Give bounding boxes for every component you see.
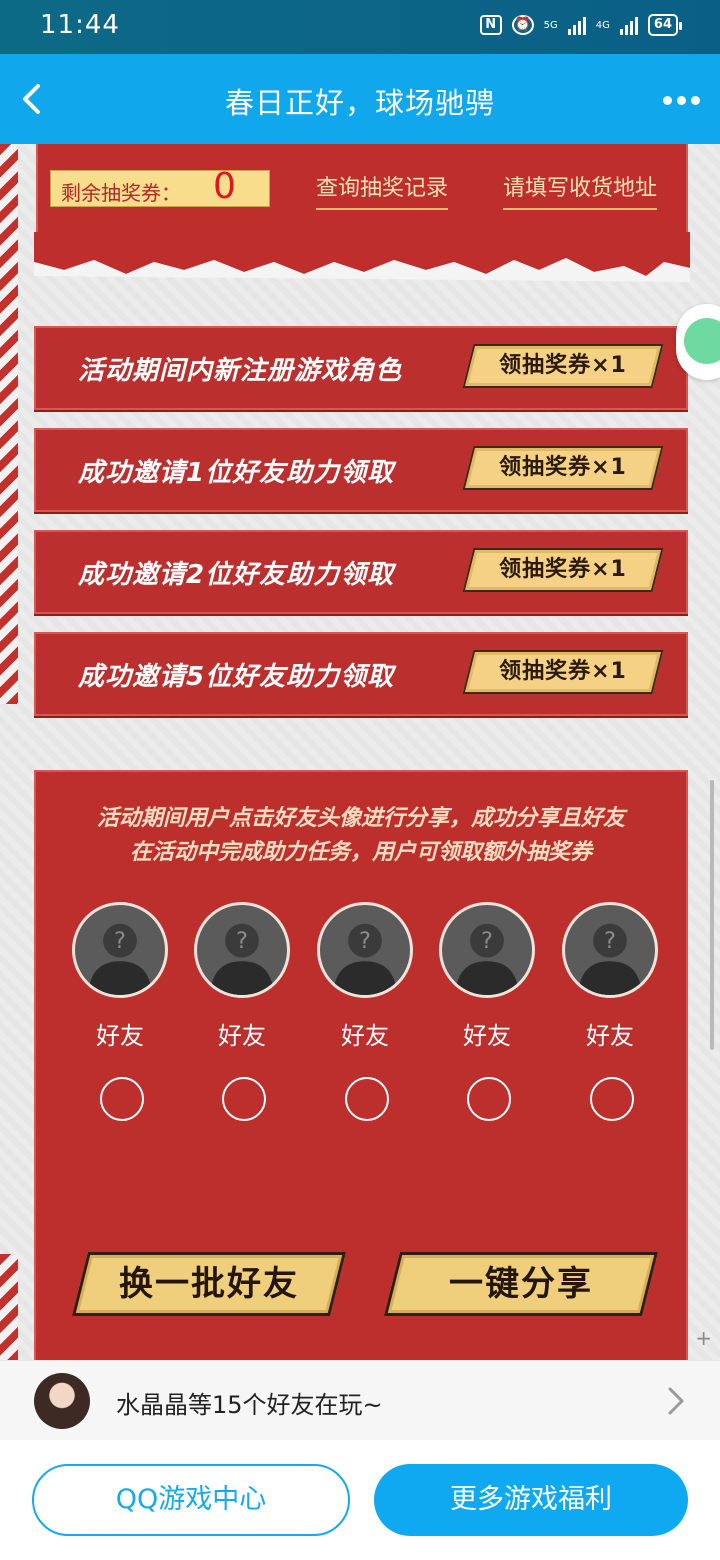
claim-ticket-label: 领抽奖券×1 bbox=[499, 353, 627, 378]
floating-chat-bubble[interactable] bbox=[676, 304, 720, 380]
page-title: 春日正好，球场驰骋 bbox=[224, 86, 495, 120]
scrollbar[interactable] bbox=[710, 780, 714, 1050]
status-bar: 11:44 N ⏰ 5G 4G 64 bbox=[0, 0, 720, 54]
task-label: 成功邀请2位好友助力领取 bbox=[78, 560, 395, 590]
ticket-count: 0 bbox=[213, 166, 236, 207]
lottery-panel: 剩余抽奖券： 0 查询抽奖记录 请填写收货地址 bbox=[36, 144, 688, 244]
friends-playing-text: 水晶晶等15个好友在玩~ bbox=[116, 1391, 383, 1419]
signal-icon bbox=[567, 15, 586, 35]
friend-slot: ? 好友 bbox=[562, 902, 662, 1121]
invite-friends-panel: 活动期间用户点击好友头像进行分享，成功分享且好友 在活动中完成助力任务，用户可领… bbox=[34, 770, 688, 1360]
task-row: 成功邀请1位好友助力领取 领抽奖券×1 bbox=[34, 428, 688, 512]
svg-text:?: ? bbox=[359, 928, 371, 954]
unknown-user-icon: ? bbox=[333, 923, 397, 995]
friend-label: 好友 bbox=[218, 1022, 266, 1050]
more-game-welfare-button[interactable]: 更多游戏福利 bbox=[374, 1464, 688, 1536]
one-click-share-button[interactable]: 一键分享 bbox=[384, 1252, 658, 1316]
bottom-action-bar: QQ游戏中心 更多游戏福利 bbox=[0, 1440, 720, 1560]
plus-icon: + bbox=[695, 1326, 712, 1350]
friend-select-radio[interactable] bbox=[590, 1077, 634, 1121]
alarm-icon: ⏰ bbox=[511, 15, 534, 35]
battery-icon: 64 bbox=[647, 14, 683, 36]
unknown-user-icon: ? bbox=[455, 923, 519, 995]
torn-paper-decoration bbox=[34, 232, 690, 282]
claim-ticket-label: 领抽奖券×1 bbox=[499, 659, 627, 684]
friend-avatar[interactable]: ? bbox=[72, 902, 168, 998]
nfc-icon: N bbox=[479, 15, 502, 35]
friend-avatar[interactable]: ? bbox=[562, 902, 658, 998]
invite-description-line1: 活动期间用户点击好友头像进行分享，成功分享且好友 bbox=[96, 806, 625, 831]
task-row: 活动期间内新注册游戏角色 领抽奖券×1 bbox=[34, 326, 688, 410]
chat-bubble-icon bbox=[684, 318, 720, 364]
friend-slot: ? 好友 bbox=[194, 902, 294, 1121]
lottery-record-link[interactable]: 查询抽奖记录 bbox=[316, 170, 449, 210]
claim-ticket-label: 领抽奖券×1 bbox=[499, 557, 627, 582]
side-stripe-decoration-bottom bbox=[0, 1254, 18, 1360]
unknown-user-icon: ? bbox=[210, 923, 274, 995]
status-time: 11:44 bbox=[40, 10, 120, 40]
friend-slot: ? 好友 bbox=[439, 902, 539, 1121]
svg-text:?: ? bbox=[604, 928, 616, 954]
friend-select-radio[interactable] bbox=[467, 1077, 511, 1121]
friend-select-radio[interactable] bbox=[100, 1077, 144, 1121]
status-icons: N ⏰ 5G 4G 64 bbox=[479, 14, 683, 36]
unknown-user-icon: ? bbox=[88, 923, 152, 995]
friend-slot: ? 好友 bbox=[317, 902, 417, 1121]
friend-label: 好友 bbox=[586, 1022, 634, 1050]
claim-ticket-button[interactable]: 领抽奖券×1 bbox=[462, 548, 664, 592]
signal-5g-label: 5G bbox=[543, 19, 558, 31]
side-stripe-decoration bbox=[0, 144, 18, 704]
svg-text:?: ? bbox=[114, 928, 126, 954]
ticket-counter: 剩余抽奖券： 0 bbox=[50, 166, 270, 207]
unknown-user-icon: ? bbox=[578, 923, 642, 995]
task-label: 活动期间内新注册游戏角色 bbox=[78, 356, 403, 386]
ticket-label: 剩余抽奖券： bbox=[61, 181, 181, 205]
refresh-friends-label: 换一批好友 bbox=[119, 1264, 299, 1304]
shipping-address-link[interactable]: 请填写收货地址 bbox=[503, 170, 658, 210]
friend-label: 好友 bbox=[341, 1022, 389, 1050]
svg-text:?: ? bbox=[236, 928, 248, 954]
friend-select-radio[interactable] bbox=[345, 1077, 389, 1121]
chevron-right-icon bbox=[668, 1387, 684, 1415]
invite-description: 活动期间用户点击好友头像进行分享，成功分享且好友 在活动中完成助力任务，用户可领… bbox=[36, 802, 686, 870]
friend-select-radio[interactable] bbox=[222, 1077, 266, 1121]
signal-4g-label: 4G bbox=[595, 19, 610, 31]
friend-label: 好友 bbox=[463, 1022, 511, 1050]
activity-content[interactable]: 剩余抽奖券： 0 查询抽奖记录 请填写收货地址 活动期间内新注册游戏角色 领抽奖… bbox=[0, 144, 720, 1360]
qq-game-center-button[interactable]: QQ游戏中心 bbox=[32, 1464, 350, 1536]
task-row: 成功邀请5位好友助力领取 领抽奖券×1 bbox=[34, 632, 688, 716]
task-label: 成功邀请1位好友助力领取 bbox=[78, 458, 395, 488]
signal-icon-2 bbox=[619, 15, 638, 35]
claim-ticket-button[interactable]: 领抽奖券×1 bbox=[462, 650, 664, 694]
avatar bbox=[34, 1373, 90, 1429]
svg-text:?: ? bbox=[481, 928, 493, 954]
one-click-share-label: 一键分享 bbox=[449, 1264, 593, 1304]
friend-avatar[interactable]: ? bbox=[439, 902, 535, 998]
invite-description-line2: 在活动中完成助力任务，用户可领取额外抽奖券 bbox=[129, 840, 592, 865]
more-button[interactable] bbox=[656, 82, 706, 118]
claim-ticket-label: 领抽奖券×1 bbox=[499, 455, 627, 480]
friend-avatar[interactable]: ? bbox=[194, 902, 290, 998]
task-row: 成功邀请2位好友助力领取 领抽奖券×1 bbox=[34, 530, 688, 614]
task-label: 成功邀请5位好友助力领取 bbox=[78, 662, 395, 692]
friend-avatar[interactable]: ? bbox=[317, 902, 413, 998]
friend-slot: ? 好友 bbox=[72, 902, 172, 1121]
friend-label: 好友 bbox=[96, 1022, 144, 1050]
more-dots-icon bbox=[662, 95, 672, 105]
claim-ticket-button[interactable]: 领抽奖券×1 bbox=[462, 344, 664, 388]
title-bar: 春日正好，球场驰骋 bbox=[0, 54, 720, 144]
refresh-friends-button[interactable]: 换一批好友 bbox=[72, 1252, 346, 1316]
claim-ticket-button[interactable]: 领抽奖券×1 bbox=[462, 446, 664, 490]
friends-playing-strip[interactable]: 水晶晶等15个好友在玩~ bbox=[0, 1360, 720, 1440]
